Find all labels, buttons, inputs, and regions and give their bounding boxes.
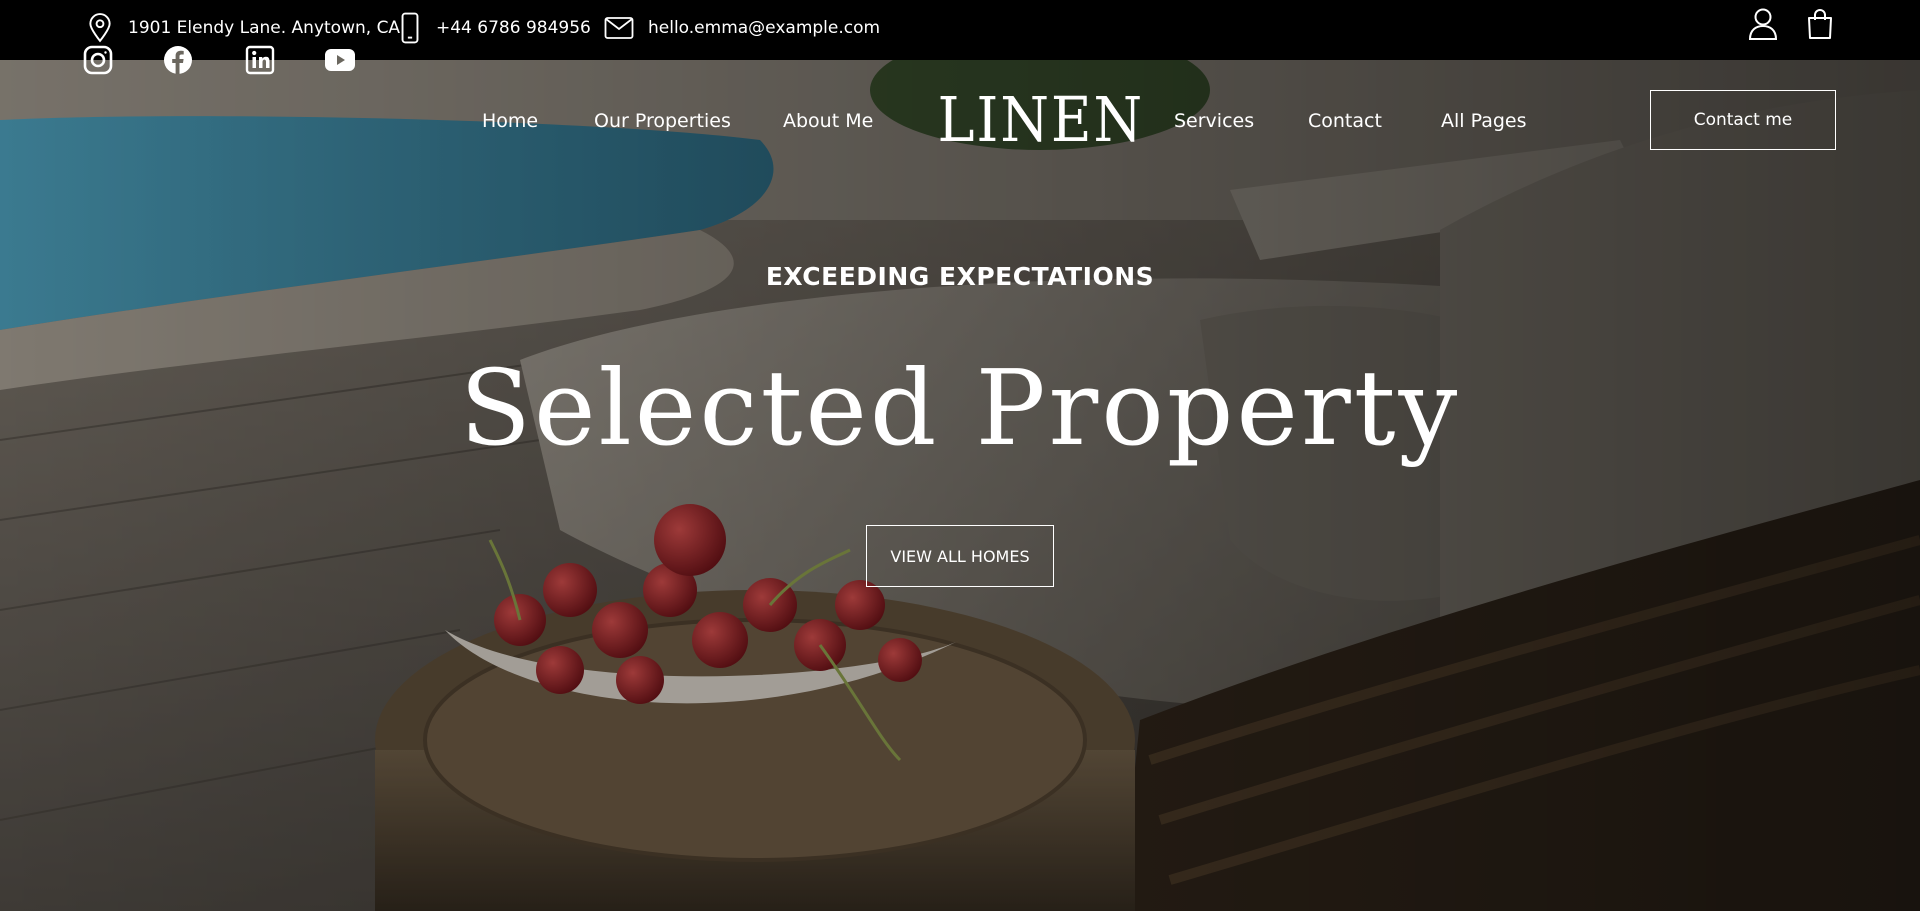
email-info[interactable]: hello.emma@example.com [604,0,880,56]
hero-headline: Selected Property [459,347,1461,469]
linkedin-icon[interactable] [244,44,276,76]
instagram-icon[interactable] [82,44,114,76]
address-text: 1901 Elendy Lane. Anytown, CA [128,18,401,38]
email-text[interactable]: hello.emma@example.com [648,18,880,38]
user-icon[interactable] [1746,7,1780,41]
phone-info[interactable]: +44 6786 984956 [398,0,591,56]
phone-icon [398,12,422,44]
nav-services[interactable]: Services [1174,110,1254,132]
facebook-icon[interactable] [162,44,194,76]
top-info-bar: 1901 Elendy Lane. Anytown, CA +44 6786 9… [0,0,1920,60]
mail-icon [604,16,634,40]
contact-me-button[interactable]: Contact me [1650,90,1836,150]
phone-text[interactable]: +44 6786 984956 [436,18,591,38]
youtube-icon[interactable] [324,44,356,76]
view-all-homes-button[interactable]: VIEW ALL HOMES [866,525,1054,587]
hero-section [0,60,1920,911]
nav-our-properties[interactable]: Our Properties [594,110,731,132]
nav-home[interactable]: Home [482,110,538,132]
hero-kicker: EXCEEDING EXPECTATIONS [765,262,1155,291]
nav-contact[interactable]: Contact [1308,110,1382,132]
nav-about-me[interactable]: About Me [783,110,873,132]
location-pin-icon [86,13,114,43]
shopping-bag-icon[interactable] [1803,7,1837,41]
hero-overlay [0,60,1920,911]
logo[interactable]: LINEN [938,82,1143,158]
nav-all-pages[interactable]: All Pages [1441,110,1527,132]
